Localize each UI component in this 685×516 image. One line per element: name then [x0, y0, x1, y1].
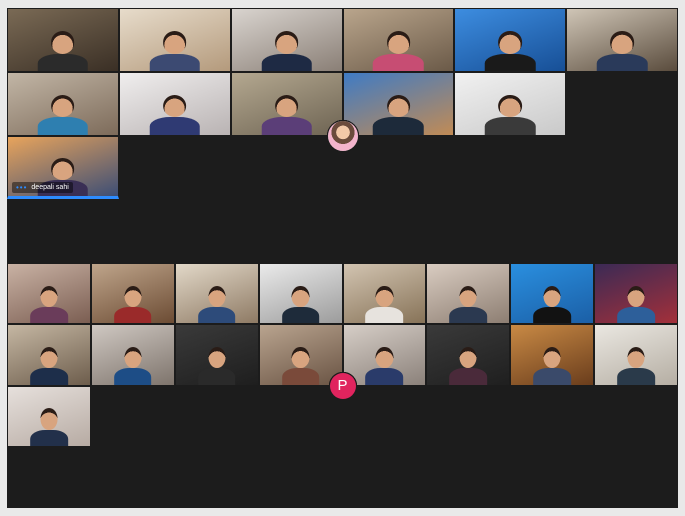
participant-video-feed: [373, 29, 424, 71]
participant-video-feed: [533, 283, 572, 324]
participant-tile[interactable]: [342, 71, 455, 136]
participant-video-feed: [261, 29, 312, 71]
participant-name-tag: ••• deepali sahi: [12, 182, 73, 194]
empty-tile: [118, 135, 231, 200]
participant-video-feed: [149, 29, 200, 71]
participant-tile[interactable]: [90, 324, 175, 386]
participant-tile[interactable]: [594, 263, 678, 325]
participant-tile[interactable]: [454, 8, 567, 72]
participant-video-feed: [373, 92, 424, 135]
participant-tile[interactable]: [7, 324, 91, 386]
participant-tile[interactable]: ••• deepali sahi: [7, 135, 119, 200]
empty-tile: [90, 385, 175, 447]
participant-tile[interactable]: [174, 324, 259, 386]
participant-tile[interactable]: [510, 324, 595, 386]
participant-video-feed: [365, 283, 404, 324]
participant-tile[interactable]: [118, 8, 231, 72]
participant-video-feed: [617, 283, 655, 324]
participant-tile[interactable]: [342, 263, 427, 325]
initial-avatar: P: [329, 372, 356, 399]
participant-tile[interactable]: [258, 263, 343, 325]
more-options-icon[interactable]: •••: [16, 183, 27, 192]
participant-tile[interactable]: [7, 263, 91, 325]
participant-tile[interactable]: [7, 71, 119, 136]
participant-video-feed: [617, 344, 655, 385]
empty-tile: [566, 71, 678, 136]
participant-grid-bottom: R•••Jahnavi JainAKSdP: [7, 263, 678, 508]
participant-tile[interactable]: [426, 263, 511, 325]
participant-tile[interactable]: [90, 263, 175, 325]
participant-tile[interactable]: [326, 119, 359, 152]
participant-video-feed: [365, 344, 404, 385]
participant-tile[interactable]: [454, 71, 567, 136]
participant-grid-top: RAKS•••deepali sahiPp: [7, 8, 678, 263]
participant-video-feed: [281, 344, 320, 385]
participant-tile[interactable]: [230, 71, 343, 136]
participant-video-feed: [261, 92, 312, 135]
participant-tile[interactable]: [510, 263, 595, 325]
participant-tile[interactable]: P: [328, 371, 357, 400]
participant-video-feed: [30, 344, 68, 385]
participant-tile[interactable]: [230, 8, 343, 72]
video-gallery: RAKS•••deepali sahiPp R•••Jahnavi JainAK…: [7, 8, 678, 508]
participant-video-feed: [37, 29, 89, 71]
participant-tile[interactable]: [426, 324, 511, 386]
participant-tile[interactable]: [174, 263, 259, 325]
participant-tile[interactable]: [7, 385, 91, 447]
participant-video-feed: [281, 283, 320, 324]
participant-video-feed: [449, 283, 488, 324]
participant-video-feed: [30, 406, 68, 446]
participant-video-feed: [484, 92, 536, 135]
participant-tile[interactable]: [342, 324, 427, 386]
participant-video-feed: [484, 29, 536, 71]
participant-video-feed: [197, 344, 236, 385]
participant-video-feed: [596, 29, 648, 71]
empty-tile: [174, 385, 259, 447]
participant-tile[interactable]: [342, 8, 455, 72]
participant-video-feed: [149, 92, 200, 135]
participant-video-feed: [533, 344, 572, 385]
participant-video-feed: [449, 344, 488, 385]
participant-tile[interactable]: [566, 8, 678, 72]
participant-video-feed: [113, 344, 152, 385]
participant-tile[interactable]: [7, 8, 119, 72]
participant-video-feed: [197, 283, 236, 324]
participant-tile[interactable]: [118, 71, 231, 136]
participant-name: deepali sahi: [31, 184, 69, 192]
participant-tile[interactable]: [594, 324, 678, 386]
participant-video-feed: [30, 283, 68, 324]
participant-video-feed: [37, 92, 89, 135]
participant-video-feed: [113, 283, 152, 324]
profile-photo-avatar: [327, 120, 358, 151]
